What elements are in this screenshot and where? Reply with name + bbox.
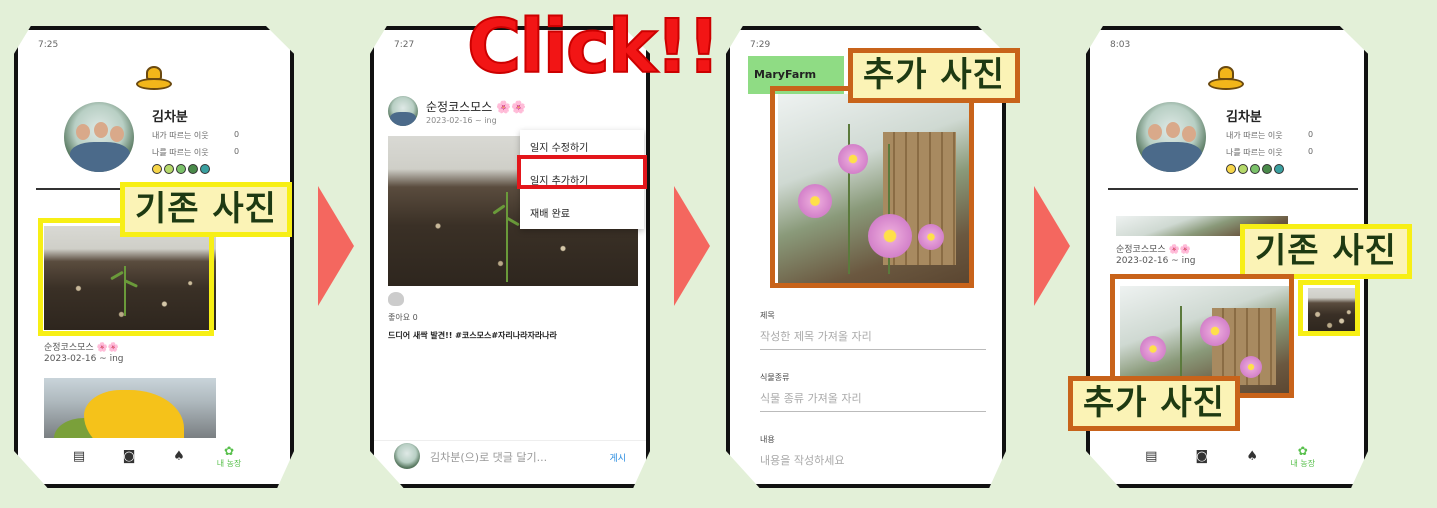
comment-send-button[interactable]: 게시	[609, 451, 626, 464]
like-count: 좋아요 0	[388, 313, 418, 322]
divider	[1108, 188, 1358, 190]
content-input[interactable]: 내용을 작성하세요	[760, 452, 986, 473]
nav-my-farm[interactable]: ✿ 내 농장	[1288, 444, 1318, 469]
chat-icon[interactable]: ▤	[1136, 449, 1166, 464]
callout-added-photo-after: 추가 사진	[1068, 376, 1240, 432]
user-name: 김차분	[1226, 110, 1262, 125]
nav-my-farm-label: 내 농장	[1290, 458, 1316, 468]
badge-icon	[1250, 164, 1260, 174]
plant-type-input[interactable]: 식물 종류 가져올 자리	[760, 390, 986, 412]
add-journal-highlight	[517, 155, 647, 189]
title-label: 제목	[760, 311, 775, 320]
bottom-nav: ▤ ◙ ♠ ✿ 내 농장	[18, 442, 290, 470]
post-author-avatar[interactable]	[388, 96, 418, 126]
followers-count: 0	[1308, 147, 1314, 156]
sprout-icon: ✿	[1297, 443, 1308, 458]
app-logo-hat-icon	[1208, 64, 1244, 90]
post-title[interactable]: 순정코스모스 🌸🌸	[1116, 242, 1191, 255]
badge-icon	[164, 164, 174, 174]
followers-count: 0	[234, 147, 240, 156]
badge-icon	[188, 164, 198, 174]
avatar[interactable]	[64, 102, 134, 172]
badge-icon	[200, 164, 210, 174]
status-time: 8:03	[1110, 40, 1131, 50]
nav-my-farm[interactable]: ✿ 내 농장	[214, 444, 244, 469]
comment-bar: 김차분(으)로 댓글 달기... 게시	[374, 440, 646, 472]
status-time: 7:27	[394, 40, 415, 50]
badge-icon	[1262, 164, 1272, 174]
followers-label[interactable]: 나를 따르는 이웃	[152, 147, 209, 158]
badge-icon	[1226, 164, 1236, 174]
post-title[interactable]: 순정코스모스 🌸🌸	[44, 340, 119, 353]
post-date: 2023-02-16 ~ ing	[44, 354, 124, 364]
content-label: 내용	[760, 435, 775, 444]
plant-type-label: 식물종류	[760, 373, 790, 382]
chat-icon[interactable]: ▤	[64, 449, 94, 464]
following-count: 0	[1308, 130, 1314, 139]
following-count: 0	[234, 130, 240, 139]
next-arrow-1	[318, 186, 354, 306]
status-time: 7:25	[38, 40, 59, 50]
post-thumbnail-second[interactable]	[44, 378, 216, 438]
following-label[interactable]: 내가 따르는 이웃	[152, 130, 209, 141]
added-photo-frame	[770, 86, 974, 288]
badge-row	[1226, 164, 1284, 174]
user-name: 김차분	[152, 110, 188, 125]
badge-icon	[176, 164, 186, 174]
bell-icon[interactable]: ♠	[164, 449, 194, 464]
callout-existing-photo-after: 기존 사진	[1240, 224, 1412, 280]
callout-existing-photo: 기존 사진	[120, 182, 292, 238]
post-date: 2023-02-16 ~ ing	[1116, 256, 1196, 266]
camera-icon[interactable]: ◙	[1187, 449, 1217, 464]
post-date: 2023-02-16 ~ ing	[426, 116, 497, 125]
menu-finish-growing[interactable]: 재배 완료	[520, 196, 644, 229]
title-input[interactable]: 작성한 제목 가져올 자리	[760, 328, 986, 350]
next-arrow-2	[674, 186, 710, 306]
app-title: MaryFarm	[754, 68, 817, 81]
commenter-avatar	[394, 443, 420, 469]
app-logo-hat-icon	[136, 64, 172, 90]
comment-input[interactable]: 김차분(으)로 댓글 달기...	[430, 449, 547, 465]
callout-click: Click!!	[466, 3, 722, 91]
post-title: 순정코스모스 🌸🌸	[426, 100, 526, 114]
next-arrow-3	[1034, 186, 1070, 306]
followers-label[interactable]: 나를 따르는 이웃	[1226, 147, 1283, 158]
bottom-nav: ▤ ◙ ♠ ✿ 내 농장	[1090, 442, 1364, 470]
like-heart-icon[interactable]	[388, 292, 404, 306]
following-label[interactable]: 내가 따르는 이웃	[1226, 130, 1283, 141]
camera-icon[interactable]: ◙	[114, 449, 144, 464]
bell-icon[interactable]: ♠	[1237, 449, 1267, 464]
badge-icon	[152, 164, 162, 174]
badge-row	[152, 164, 210, 174]
avatar[interactable]	[1136, 102, 1206, 172]
status-time: 7:29	[750, 40, 771, 50]
callout-added-photo: 추가 사진	[848, 48, 1020, 104]
sprout-icon: ✿	[223, 443, 235, 458]
badge-icon	[1274, 164, 1284, 174]
post-body: 드디어 새싹 발견!! #코스모스#자리나라자라나라	[388, 331, 557, 340]
nav-my-farm-label: 내 농장	[216, 458, 242, 468]
screen-post-detail: 7:27 순정코스모스 🌸🌸 2023-02-16 ~ ing 일지 수정하기 …	[370, 26, 650, 488]
existing-photo-frame-after	[1298, 280, 1360, 336]
badge-icon	[1238, 164, 1248, 174]
